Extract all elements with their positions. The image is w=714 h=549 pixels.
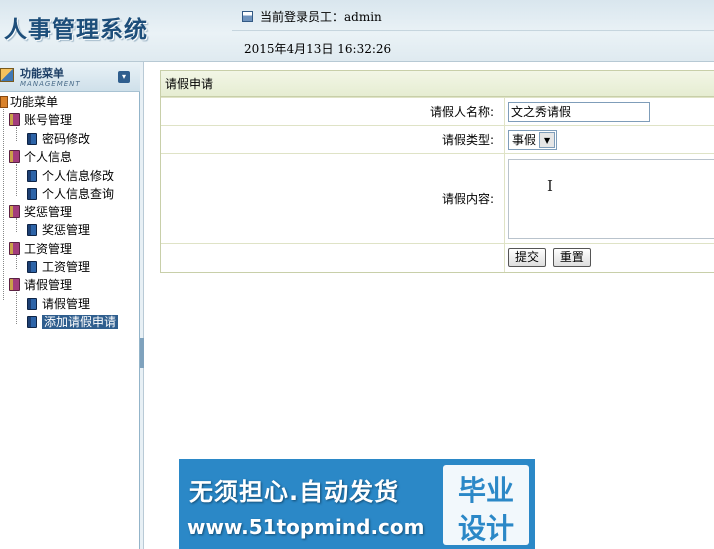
page-icon (27, 261, 37, 273)
sidebar-item-leave-manage[interactable]: 请假管理 (27, 296, 90, 313)
watermark-ad: 无须担心.自动发货 www.51topmind.com 毕业 设计 (179, 459, 535, 549)
app-title: 人事管理系统 (4, 17, 148, 43)
book-icon (9, 113, 20, 126)
ad-url: www.51topmind.com (187, 515, 425, 539)
actions-cell: 提交 重置 (504, 243, 714, 272)
sidebar-item-label: 工资管理 (42, 260, 91, 274)
type-cell: 事假 ▼ (504, 125, 714, 154)
splitter-grip[interactable] (140, 338, 144, 368)
sidebar-item-password[interactable]: 密码修改 (27, 131, 90, 148)
sidebar-item-label: 请假管理 (42, 297, 91, 311)
sidebar-item-edit-info[interactable]: 个人信息修改 (27, 168, 114, 185)
reset-button[interactable]: 重置 (552, 248, 591, 268)
sidebar-group-leave[interactable]: 请假管理 (9, 277, 72, 294)
page-icon (27, 316, 37, 328)
sidebar-item-add-leave[interactable]: 添加请假申请 (27, 314, 119, 331)
sidebar-item-query-info[interactable]: 个人信息查询 (27, 186, 114, 203)
tree-root-icon (0, 96, 8, 108)
sidebar-subtitle: MANAGEMENT (20, 80, 81, 88)
chevron-down-icon[interactable]: ▼ (539, 131, 556, 148)
user-icon (242, 11, 253, 22)
sidebar-item-salary[interactable]: 工资管理 (27, 259, 90, 276)
sidebar-group-label: 账号管理 (24, 113, 73, 127)
book-icon (9, 278, 20, 291)
name-cell (504, 97, 714, 126)
sidebar-title: 功能菜单 (20, 67, 64, 80)
tree-connector (16, 164, 17, 196)
leave-request-form: 请假人名称: 请假类型: 事假 ▼ 请假内容: 提交 重置 (161, 97, 714, 272)
submit-button[interactable]: 提交 (508, 248, 547, 268)
menu-icon (0, 68, 14, 82)
current-user-text: 当前登录员工：admin (260, 10, 382, 24)
book-icon (9, 242, 20, 255)
ad-badge-line2: 设计 (457, 512, 514, 545)
text-cursor-icon: I (547, 177, 553, 195)
form-row-name: 请假人名称: (161, 97, 714, 126)
current-datetime: 2015年4月13日 16:32:26 (244, 42, 392, 56)
actions-spacer (161, 243, 505, 272)
content-cell (504, 153, 714, 244)
sidebar-group-personal[interactable]: 个人信息 (9, 149, 72, 166)
ad-badge: 毕业 设计 (443, 465, 529, 545)
page-icon (27, 188, 37, 200)
tree-root[interactable]: 功能菜单 (0, 94, 58, 111)
sidebar-group-account[interactable]: 账号管理 (9, 112, 72, 129)
content-label: 请假内容: (161, 153, 505, 244)
sidebar-group-rewards[interactable]: 奖惩管理 (9, 204, 72, 221)
current-user-info: 当前登录员工：admin (242, 8, 382, 25)
book-icon (9, 150, 20, 163)
type-label: 请假类型: (161, 125, 505, 154)
form-row-type: 请假类型: 事假 ▼ (161, 125, 714, 154)
sidebar-item-label: 密码修改 (42, 132, 91, 146)
tree-connector (16, 127, 17, 141)
leave-request-panel: 请假申请 请假人名称: 请假类型: 事假 ▼ 请假内容: (160, 70, 714, 273)
name-label: 请假人名称: (161, 97, 505, 126)
sidebar-group-label: 个人信息 (24, 150, 73, 164)
sidebar-item-label: 奖惩管理 (42, 223, 91, 237)
book-icon (9, 205, 20, 218)
sidebar-item-rewards[interactable]: 奖惩管理 (27, 222, 90, 239)
sidebar-group-label: 工资管理 (24, 242, 73, 256)
ad-slogan: 无须担心.自动发货 (189, 478, 400, 506)
app-header: 人事管理系统 当前登录员工：admin 2015年4月13日 16:32:26 (0, 0, 714, 62)
page-icon (27, 224, 37, 236)
sidebar-item-label: 个人信息查询 (42, 187, 115, 201)
sidebar-item-label-selected: 添加请假申请 (42, 315, 119, 329)
collapse-sidebar-button[interactable]: ▾ (118, 71, 130, 83)
tree-root-label: 功能菜单 (10, 95, 59, 109)
sidebar-group-salary[interactable]: 工资管理 (9, 241, 72, 258)
sidebar-splitter[interactable] (140, 62, 144, 549)
panel-title: 请假申请 (161, 71, 714, 97)
sidebar-group-label: 奖惩管理 (24, 205, 73, 219)
leave-content-textarea[interactable] (508, 158, 714, 239)
sidebar-header: 功能菜单 MANAGEMENT ▾ (0, 62, 140, 92)
sidebar-item-label: 个人信息修改 (42, 169, 115, 183)
form-row-content: 请假内容: (161, 153, 714, 244)
tree-connector (16, 292, 17, 324)
page-icon (27, 170, 37, 182)
leave-type-value: 事假 (512, 132, 537, 147)
sidebar: 功能菜单 MANAGEMENT ▾ 功能菜单 账号管理 密码修改 个人信息 个人… (0, 62, 140, 549)
header-divider (232, 30, 714, 31)
leave-name-input[interactable] (508, 101, 650, 122)
form-row-actions: 提交 重置 (161, 243, 714, 272)
tree-connector (3, 102, 4, 300)
leave-type-select[interactable]: 事假 ▼ (508, 129, 558, 150)
page-icon (27, 298, 37, 310)
ad-badge-line1: 毕业 (457, 474, 514, 507)
page-icon (27, 133, 37, 145)
ad-text-area: 无须担心.自动发货 www.51topmind.com (179, 459, 441, 549)
sidebar-group-label: 请假管理 (24, 278, 73, 292)
